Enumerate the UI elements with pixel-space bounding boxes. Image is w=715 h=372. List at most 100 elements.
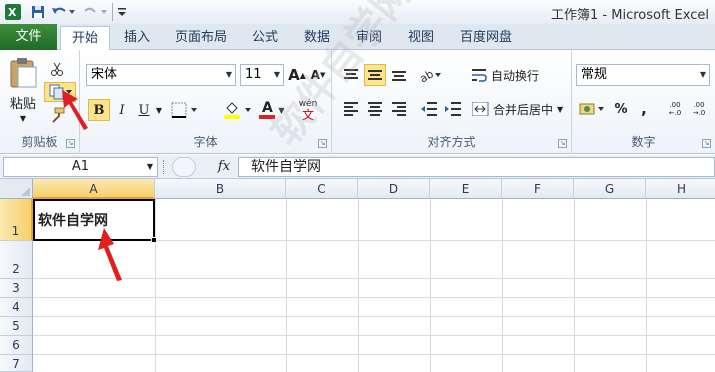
gridline: [286, 199, 287, 372]
decrease-indent-button[interactable]: [418, 98, 440, 120]
align-right-button[interactable]: [388, 98, 410, 120]
column-header-c[interactable]: C: [286, 179, 358, 199]
gridline: [574, 199, 575, 372]
gridline: [33, 354, 715, 355]
align-center-button[interactable]: [364, 98, 386, 120]
column-header-f[interactable]: F: [502, 179, 574, 199]
font-size-select[interactable]: 11 ▼: [240, 64, 284, 86]
title-bar: X 工作簿1 - Microsoft Excel: [0, 0, 715, 24]
alignment-launcher-icon[interactable]: ↘: [558, 139, 567, 148]
undo-icon[interactable]: [50, 3, 76, 21]
shrink-font-button[interactable]: A ▼: [309, 64, 327, 86]
group-font: 宋体 ▼ 11 ▼ A ▲ A ▼ B I U ▼ A ▼ wén 文 字体 ↘: [80, 50, 332, 154]
wrap-text-label: 自动换行: [491, 68, 540, 83]
tab-insert[interactable]: 插入: [116, 26, 158, 50]
row-header-5[interactable]: 5: [0, 317, 33, 336]
font-group-label: 字体: [193, 135, 218, 149]
select-all-corner[interactable]: [0, 179, 33, 199]
row-header-4[interactable]: 4: [0, 298, 33, 317]
increase-indent-button[interactable]: [442, 98, 464, 120]
column-header-g[interactable]: G: [574, 179, 646, 199]
qat-separator: [112, 3, 113, 21]
row-header-7[interactable]: 7: [0, 355, 33, 372]
tab-baidu-netdisk[interactable]: 百度网盘: [452, 26, 520, 50]
merge-center-icon: [472, 102, 489, 116]
number-launcher-icon[interactable]: ↘: [702, 139, 711, 148]
align-center-icon: [368, 102, 382, 116]
row-header-2[interactable]: 2: [0, 241, 33, 279]
font-name-select[interactable]: 宋体 ▼: [86, 64, 236, 86]
middle-align-button[interactable]: [364, 64, 386, 86]
currency-button[interactable]: [578, 98, 608, 120]
group-number: 常规 ▼ % , .00 ←.0 .00 →.0 数字 ↘: [572, 50, 715, 154]
svg-text:ab: ab: [419, 67, 436, 83]
paste-label: 粘贴: [9, 97, 36, 112]
tab-view[interactable]: 视图: [400, 26, 442, 50]
font-color-button[interactable]: A ▼: [256, 99, 288, 121]
decrease-decimal-glyph: .00: [693, 101, 705, 109]
gridline: [155, 199, 156, 372]
grow-font-button[interactable]: A ▲: [288, 64, 306, 86]
tab-review[interactable]: 审阅: [348, 26, 390, 50]
font-launcher-icon[interactable]: ↘: [318, 139, 327, 148]
redo-icon[interactable]: [82, 3, 108, 21]
underline-dropdown-icon[interactable]: ▼: [154, 99, 164, 121]
bottom-align-button[interactable]: [388, 64, 410, 86]
percent-button[interactable]: %: [612, 98, 630, 120]
column-header-b[interactable]: B: [155, 179, 286, 199]
name-box[interactable]: A1 ▼: [3, 157, 158, 177]
customize-qat-icon[interactable]: [116, 3, 128, 21]
align-left-button[interactable]: [340, 98, 362, 120]
insert-function-button[interactable]: fx: [214, 157, 234, 177]
fill-handle[interactable]: [151, 237, 157, 243]
decrease-indent-icon: [421, 102, 437, 116]
top-align-icon: [344, 69, 358, 79]
formula-input[interactable]: 软件自学网: [238, 157, 715, 177]
name-box-value: A1: [71, 159, 90, 174]
underline-button[interactable]: U: [134, 99, 154, 121]
top-align-button[interactable]: [340, 64, 362, 86]
column-header-a[interactable]: A: [33, 179, 155, 199]
save-icon[interactable]: [30, 3, 46, 21]
increase-decimal-button[interactable]: .00 ←.0: [664, 98, 686, 120]
wrap-text-button[interactable]: 自动换行: [472, 64, 552, 86]
excel-logo-icon[interactable]: X: [4, 3, 22, 21]
borders-button[interactable]: [170, 99, 200, 121]
gridline: [502, 199, 503, 372]
gridline: [430, 199, 431, 372]
tab-data[interactable]: 数据: [296, 26, 338, 50]
gridline: [33, 335, 715, 336]
orientation-button[interactable]: ab: [418, 64, 448, 86]
gridline: [33, 316, 715, 317]
row-header-3[interactable]: 3: [0, 279, 33, 298]
gridline: [358, 199, 359, 372]
group-alignment: ab 自动换行 合并后居中 ▼ 对齐方式 ↘: [332, 50, 572, 154]
fill-color-button[interactable]: [222, 99, 254, 121]
row-header-6[interactable]: 6: [0, 336, 33, 355]
paste-icon: [10, 58, 37, 88]
paste-dropdown-icon: ▼: [19, 114, 27, 123]
wrap-text-icon: [472, 69, 487, 82]
phonetic-button[interactable]: wén 文: [296, 98, 320, 122]
merge-center-button[interactable]: 合并后居中 ▼: [472, 98, 568, 120]
ribbon-home: 粘贴 ▼ 剪贴板 ↘ 宋体 ▼ 11 ▼ A ▲ A ▼ B I U ▼ A ▼…: [0, 50, 715, 154]
column-header-h[interactable]: H: [646, 179, 715, 199]
formula-expand-icon[interactable]: [172, 157, 196, 177]
cell-a1[interactable]: 软件自学网: [33, 199, 155, 241]
comma-button[interactable]: ,: [636, 98, 652, 120]
row-header-1[interactable]: 1: [0, 199, 33, 241]
tab-file[interactable]: 文件: [0, 24, 57, 50]
decrease-decimal-button[interactable]: .00 →.0: [688, 98, 710, 120]
tab-page-layout[interactable]: 页面布局: [168, 26, 234, 50]
clipboard-launcher-icon[interactable]: ↘: [66, 139, 75, 148]
tab-home[interactable]: 开始: [60, 26, 110, 51]
orientation-icon: ab: [419, 67, 441, 83]
column-header-e[interactable]: E: [430, 179, 502, 199]
paste-button[interactable]: 粘贴 ▼: [6, 54, 40, 126]
column-header-d[interactable]: D: [358, 179, 430, 199]
namebox-resize-handle[interactable]: [163, 160, 167, 174]
tab-formulas[interactable]: 公式: [244, 26, 286, 50]
cut-button[interactable]: [48, 60, 66, 78]
number-format-select[interactable]: 常规 ▼: [576, 64, 710, 86]
italic-button[interactable]: I: [112, 99, 132, 121]
